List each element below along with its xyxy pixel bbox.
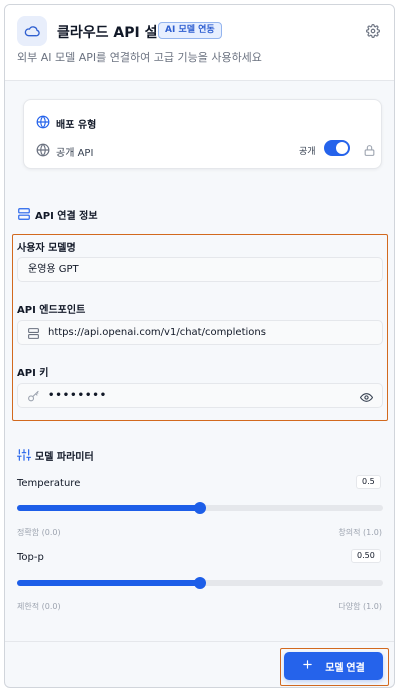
sliders-icon (17, 447, 31, 461)
top-p-slider[interactable] (17, 577, 383, 589)
toggle-knob (336, 142, 348, 154)
temperature-label: Temperature (17, 478, 81, 489)
temperature-slider[interactable] (17, 502, 383, 514)
api-key-input[interactable]: •••••••• (17, 383, 383, 408)
model-name-input[interactable]: 운영용 GPT (17, 257, 383, 282)
deploy-type-title: 배포 유형 (56, 120, 97, 131)
api-key-value: •••••••• (48, 390, 108, 401)
panel-header: 클라우드 API 설정 AI 모델 연동 외부 AI 모델 API를 연결하여 … (5, 5, 394, 80)
public-toggle[interactable] (324, 140, 350, 156)
api-section-title: API 연결 정보 (35, 211, 98, 222)
server-icon (17, 206, 31, 220)
model-name-label: 사용자 모델명 (17, 243, 76, 254)
page-subtitle: 외부 AI 모델 API를 연결하여 고급 기능을 사용하세요 (17, 51, 262, 64)
temperature-slider-fill (17, 505, 200, 511)
header-divider (5, 80, 394, 81)
toggle-label: 공개 (299, 147, 316, 157)
temperature-value: 0.5 (356, 475, 381, 489)
key-icon (27, 389, 41, 403)
settings-panel: 클라우드 API 설정 AI 모델 연동 외부 AI 모델 API를 연결하여 … (4, 4, 395, 688)
footer-divider (5, 641, 394, 642)
endpoint-input[interactable]: https://api.openai.com/v1/chat/completio… (17, 320, 383, 345)
endpoint-label: API 엔드포인트 (17, 305, 86, 316)
cloud-icon (17, 16, 47, 46)
temperature-min-label: 정확함 (0.0) (17, 528, 61, 537)
plus-icon (302, 659, 313, 673)
top-p-label: Top-p (17, 552, 44, 563)
connect-model-button[interactable]: 모델 연결 (284, 652, 383, 680)
public-api-label: 공개 API (56, 148, 94, 159)
eye-icon[interactable] (359, 390, 374, 403)
page-title: 클라우드 API 설정 (57, 25, 171, 41)
top-p-slider-thumb[interactable] (194, 577, 206, 589)
temperature-slider-thumb[interactable] (194, 502, 206, 514)
top-p-max-label: 다양함 (1.0) (338, 602, 382, 611)
endpoint-value: https://api.openai.com/v1/chat/completio… (48, 327, 266, 338)
status-badge: AI 모델 연동 (158, 22, 222, 39)
api-key-label: API 키 (17, 368, 49, 379)
temperature-max-label: 창의적 (1.0) (338, 528, 382, 537)
server-icon (27, 326, 41, 340)
globe-icon (36, 142, 50, 157)
top-p-slider-fill (17, 580, 200, 586)
model-name-value: 운영용 GPT (28, 264, 79, 275)
globe-icon (36, 114, 50, 129)
top-p-min-label: 제한적 (0.0) (17, 602, 61, 611)
top-p-value: 0.50 (351, 549, 381, 563)
connect-model-label: 모델 연결 (325, 662, 365, 674)
deploy-type-card: 배포 유형 공개 API 공개 (23, 99, 382, 169)
params-section-title: 모델 파라미터 (35, 452, 94, 463)
lock-icon (363, 142, 376, 156)
gear-icon[interactable] (366, 23, 382, 39)
